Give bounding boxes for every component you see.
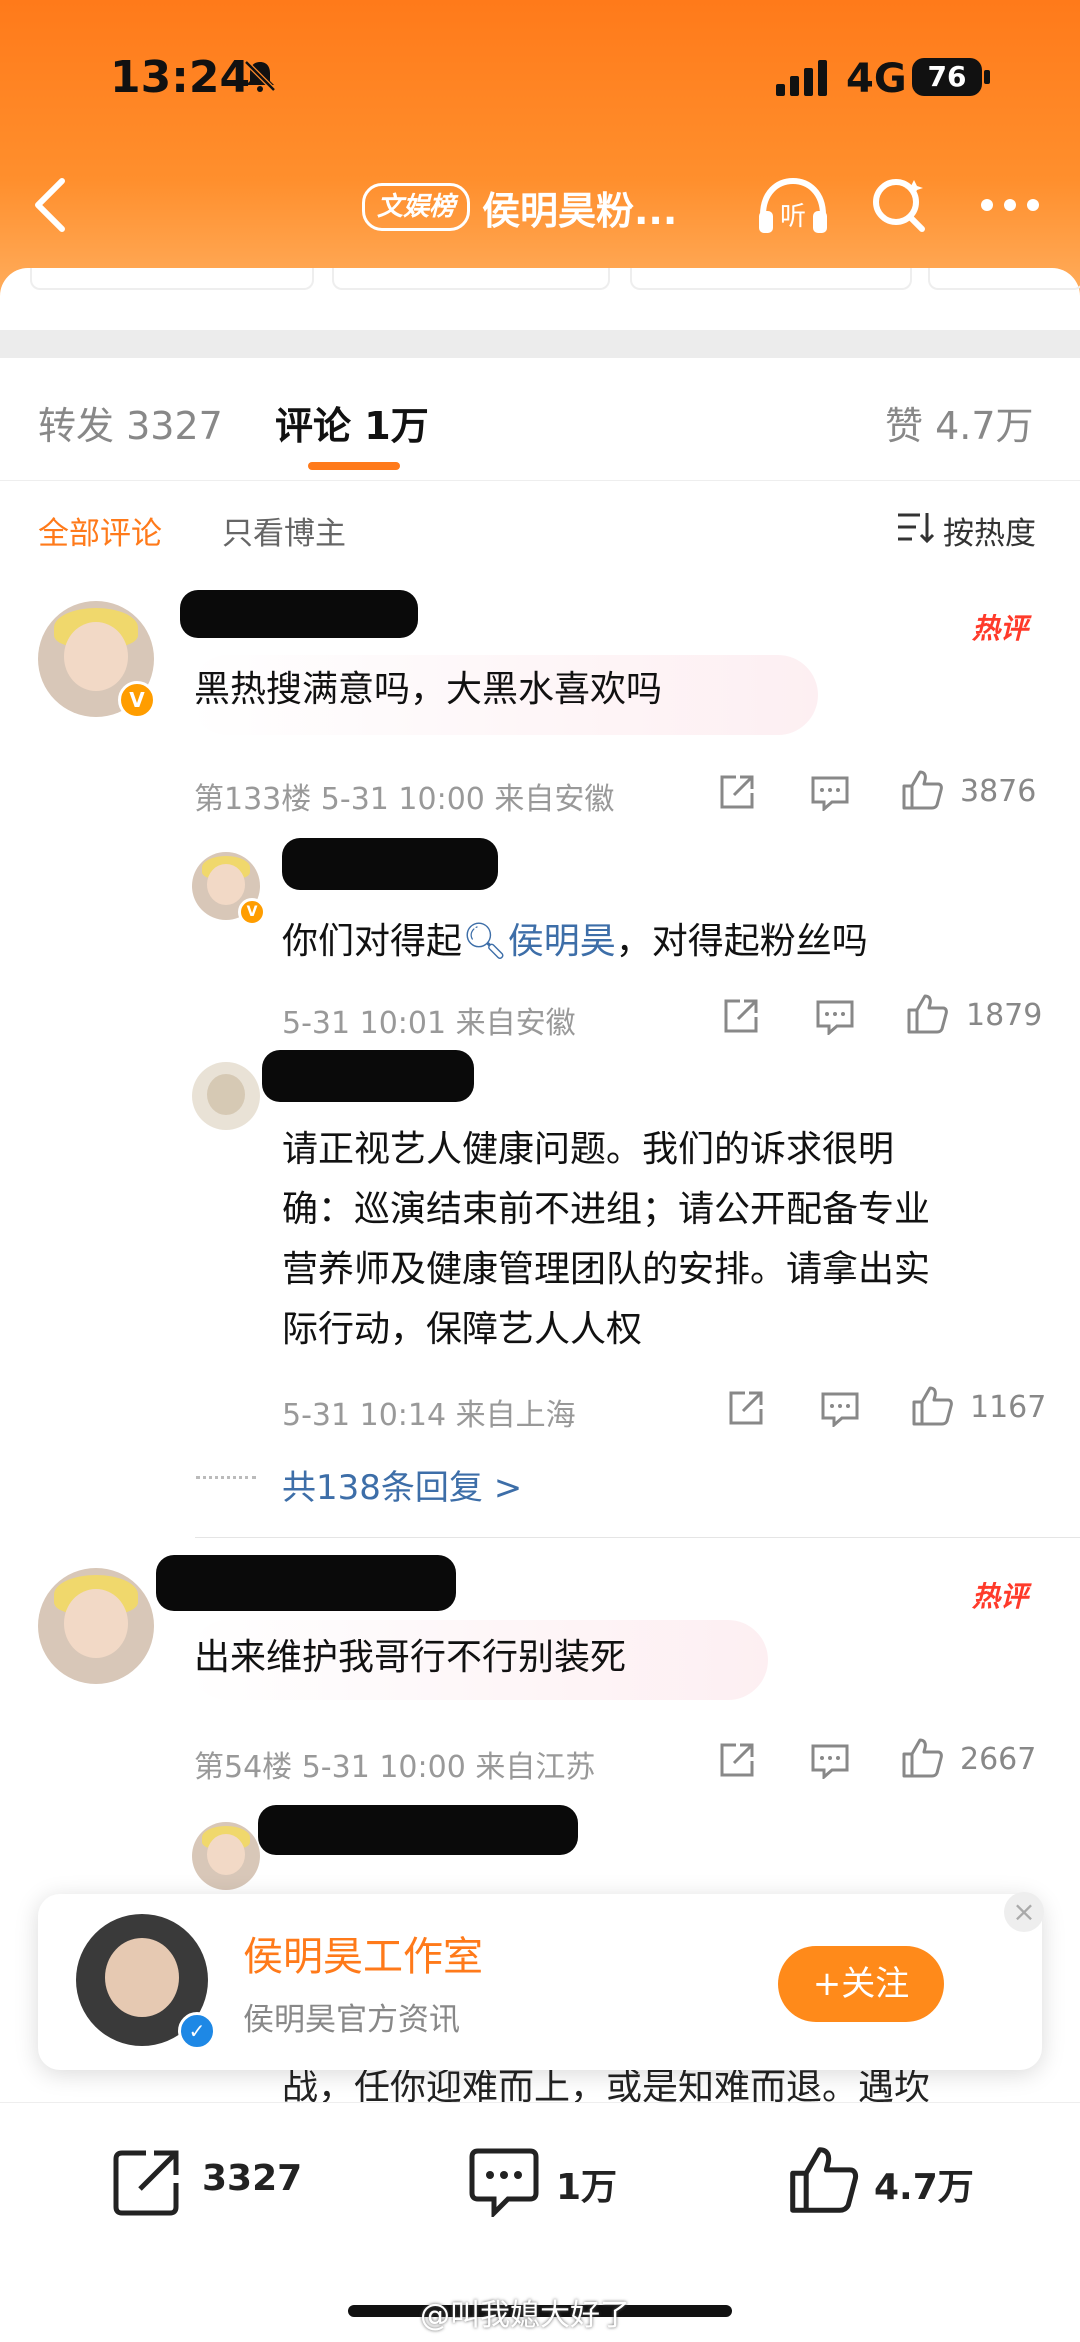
network-type: 4G (846, 56, 907, 102)
reply-icon[interactable] (820, 1391, 860, 1427)
comment-meta: 第54楼 5-31 10:00 来自江苏 (194, 1750, 596, 1785)
avatar[interactable] (38, 1568, 154, 1684)
like-thumb-icon[interactable] (905, 992, 949, 1036)
redacted-username (262, 1050, 474, 1102)
avatar[interactable] (192, 1822, 260, 1890)
reply-icon[interactable] (810, 775, 850, 811)
reply-icon[interactable] (815, 999, 855, 1035)
tab-bar: 转发 3327 评论 1万 赞 4.7万 (0, 370, 1080, 481)
repost-icon[interactable] (112, 2145, 184, 2217)
popup-account-name[interactable]: 侯明昊工作室 (243, 1924, 483, 1982)
battery-tip (984, 70, 990, 84)
more-options-icon[interactable] (980, 198, 1040, 212)
filter-all-comments[interactable]: 全部评论 (38, 508, 162, 553)
follow-suggestion-popup: ✓ 侯明昊工作室 侯明昊官方资讯 +关注 × (38, 1892, 1044, 2070)
hot-comment-badge: 热评 (972, 1580, 1029, 1613)
active-tab-indicator (308, 462, 400, 470)
share-icon[interactable] (727, 1389, 765, 1427)
watermark: @叫我媳大好了 (420, 2298, 630, 2333)
like-thumb-icon[interactable] (900, 768, 944, 812)
redacted-username (258, 1805, 578, 1855)
entertainment-list-tag[interactable]: 文娱榜 (362, 183, 471, 231)
mention-link[interactable]: 🔍︎侯明昊 (462, 921, 616, 962)
tab-comments[interactable]: 评论 1万 (275, 395, 429, 450)
status-time: 13:24 (110, 52, 251, 103)
redacted-username (180, 590, 418, 638)
like-count: 1167 (970, 1390, 1047, 1425)
share-icon[interactable] (718, 773, 756, 811)
top-header (0, 0, 1080, 300)
section-separator (0, 330, 1080, 358)
comment-icon[interactable] (468, 2145, 540, 2217)
comment-meta: 第133楼 5-31 10:00 来自安徽 (194, 782, 615, 817)
reply-icon[interactable] (810, 1743, 850, 1779)
like-icon[interactable] (786, 2143, 860, 2217)
bottom-like-count[interactable]: 4.7万 (874, 2158, 974, 2210)
verified-badge-icon: V (238, 898, 266, 926)
verified-badge-icon: V (118, 681, 156, 719)
redacted-username (156, 1555, 456, 1611)
reply-meta: 5-31 10:01 来自安徽 (282, 1006, 576, 1041)
reply-meta: 5-31 10:14 来自上海 (282, 1398, 576, 1433)
redacted-username (282, 838, 498, 890)
page-title: 侯明昊粉... (482, 189, 678, 233)
comment-text: 出来维护我哥行不行别装死 (194, 1637, 627, 1678)
close-icon[interactable]: × (1004, 1892, 1044, 1932)
comment-text: 黑热搜满意吗，大黑水喜欢吗 (194, 669, 663, 710)
share-icon[interactable] (718, 1741, 756, 1779)
popup-account-desc: 侯明昊官方资讯 (243, 2002, 460, 2038)
view-more-replies-link[interactable]: 共138条回复 > (282, 1460, 522, 1509)
avatar[interactable] (192, 1062, 260, 1130)
like-thumb-icon[interactable] (910, 1384, 954, 1428)
card-stubs (0, 268, 1080, 294)
follow-button[interactable]: +关注 (778, 1946, 944, 2022)
reply-text: 请正视艺人健康问题。我们的诉求很明 确：巡演结束前不进组；请公开配备专业 营养师… (282, 1129, 931, 1350)
like-thumb-icon[interactable] (900, 1736, 944, 1780)
reply-text: 你们对得起🔍︎侯明昊，对得起粉丝吗 (282, 921, 868, 962)
bottom-repost-count[interactable]: 3327 (202, 2158, 302, 2199)
share-icon[interactable] (722, 997, 760, 1035)
listen-headphones-icon[interactable]: 听 (755, 175, 831, 239)
back-arrow-icon[interactable] (30, 175, 70, 235)
bottom-comment-count[interactable]: 1万 (556, 2158, 617, 2210)
mute-bell-icon (244, 60, 276, 92)
search-icon[interactable] (868, 172, 932, 236)
filter-owner-only[interactable]: 只看博主 (222, 508, 346, 553)
comment-divider (195, 1537, 1080, 1538)
dotted-connector (196, 1476, 256, 1479)
battery-indicator: 76 (912, 58, 982, 96)
like-count: 3876 (960, 774, 1037, 809)
signal-icon (776, 60, 827, 96)
hot-comment-badge: 热评 (972, 612, 1029, 645)
tab-repost[interactable]: 转发 3327 (38, 395, 223, 450)
like-count: 2667 (960, 1742, 1037, 1777)
sort-by-hot[interactable]: 按热度 (895, 508, 1036, 553)
svg-text:听: 听 (780, 202, 806, 232)
verified-badge-icon: ✓ (178, 2012, 216, 2050)
like-count: 1879 (966, 998, 1043, 1033)
tab-likes[interactable]: 赞 4.7万 (885, 395, 1034, 450)
